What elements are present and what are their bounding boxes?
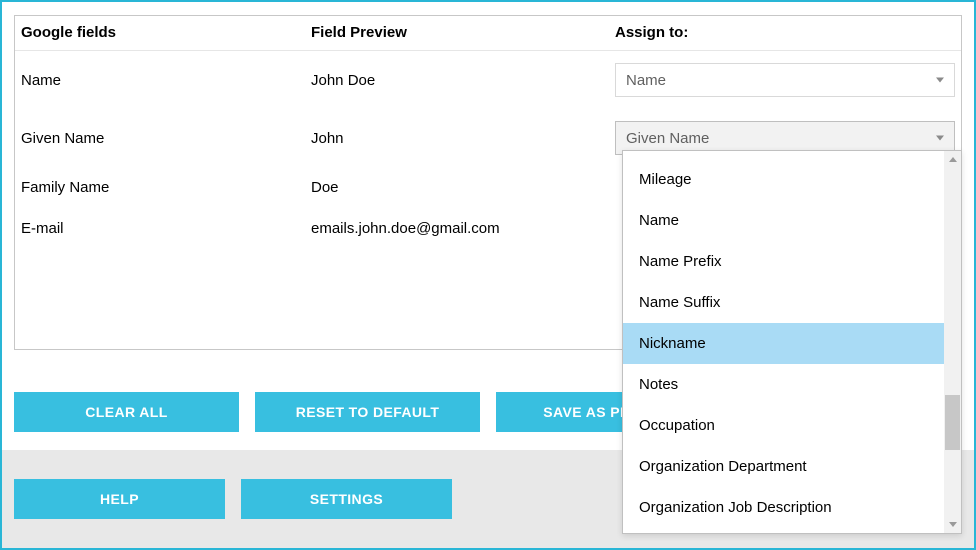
dropdown-item[interactable]: Occupation	[623, 405, 944, 446]
cell-google-field: Family Name	[15, 179, 311, 196]
help-button[interactable]: HELP	[14, 479, 225, 519]
chevron-up-icon	[949, 157, 957, 162]
select-value: Given Name	[626, 130, 709, 147]
caret-down-icon	[936, 78, 944, 83]
assign-to-select[interactable]: Name	[615, 63, 955, 97]
dropdown-item[interactable]: Name Prefix	[623, 241, 944, 282]
cell-google-field: E-mail	[15, 220, 311, 237]
select-value: Name	[626, 72, 666, 89]
caret-down-icon	[936, 136, 944, 141]
reset-to-default-button[interactable]: RESET TO DEFAULT	[255, 392, 480, 432]
header-field-preview: Field Preview	[311, 24, 615, 41]
dropdown-item[interactable]: Organization Department	[623, 446, 944, 487]
cell-google-field: Given Name	[15, 130, 311, 147]
cell-assign-to: Name	[615, 63, 961, 97]
cell-google-field: Name	[15, 72, 311, 89]
dropdown-item[interactable]: Notes	[623, 364, 944, 405]
dropdown-scrollbar[interactable]	[944, 151, 961, 533]
dropdown-item[interactable]: Nickname	[623, 323, 944, 364]
settings-button[interactable]: SETTINGS	[241, 479, 452, 519]
app-window: Google fields Field Preview Assign to: N…	[0, 0, 976, 550]
cell-field-preview: John Doe	[311, 72, 615, 89]
header-assign-to: Assign to:	[615, 24, 961, 41]
clear-all-button[interactable]: CLEAR ALL	[14, 392, 239, 432]
cell-field-preview: Doe	[311, 179, 615, 196]
cell-field-preview: John	[311, 130, 615, 147]
assign-to-dropdown[interactable]: MileageNameName PrefixName SuffixNicknam…	[622, 150, 962, 534]
dropdown-item[interactable]: Name	[623, 200, 944, 241]
table-header: Google fields Field Preview Assign to:	[15, 16, 961, 51]
dropdown-item[interactable]: Name Suffix	[623, 282, 944, 323]
chevron-down-icon	[949, 522, 957, 527]
scroll-up-button[interactable]	[944, 151, 961, 168]
scroll-thumb[interactable]	[945, 395, 960, 450]
cell-field-preview: emails.john.doe@gmail.com	[311, 220, 615, 237]
dropdown-item[interactable]: Organization Job Description	[623, 487, 944, 528]
table-row: NameJohn DoeName	[15, 51, 961, 109]
dropdown-item[interactable]: Mileage	[623, 159, 944, 200]
header-google-fields: Google fields	[15, 24, 311, 41]
dropdown-list: MileageNameName PrefixName SuffixNicknam…	[623, 151, 944, 533]
scroll-down-button[interactable]	[944, 516, 961, 533]
